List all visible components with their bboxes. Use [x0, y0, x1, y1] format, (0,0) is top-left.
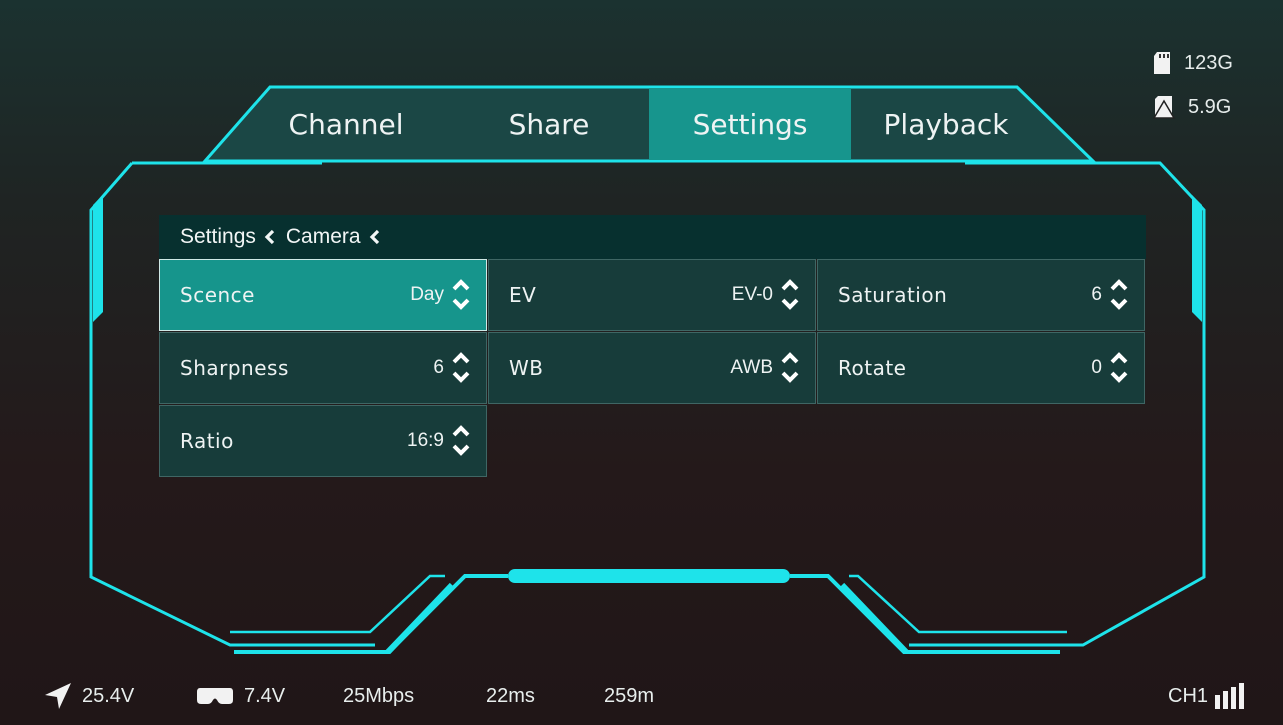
sd-card-record-icon: [1152, 96, 1176, 119]
sd-card-icon: [1154, 52, 1170, 74]
setting-saturation[interactable]: Saturation 6: [817, 259, 1145, 331]
setting-value: EV-0: [731, 284, 773, 305]
tab-label: Channel: [288, 107, 404, 141]
channel-indicator: CH1: [1168, 681, 1258, 711]
setting-rotate[interactable]: Rotate 0: [817, 332, 1145, 404]
sd-card-capacity: 123G: [1184, 51, 1233, 74]
setting-label: WB: [509, 356, 544, 380]
tab-label: Playback: [883, 107, 1009, 141]
setting-value: AWB: [730, 357, 773, 378]
latency-value: 22ms: [486, 684, 535, 707]
signal-bars-icon: [1215, 683, 1245, 709]
chevron-left-icon: [369, 229, 381, 245]
setting-label: Sharpness: [180, 356, 289, 380]
bitrate-value: 25Mbps: [343, 684, 415, 707]
setting-value: Day: [410, 284, 444, 305]
distance-value: 259m: [604, 684, 655, 707]
setting-ratio[interactable]: Ratio 16:9: [159, 405, 487, 477]
chevron-up-down-icon[interactable]: [450, 424, 472, 458]
setting-label: Saturation: [838, 283, 948, 307]
setting-value: 6: [1091, 284, 1102, 305]
setting-label: Scence: [180, 283, 255, 307]
tab-label: Settings: [692, 107, 808, 141]
goggles-icon: [197, 688, 233, 704]
setting-label: Ratio: [180, 429, 234, 453]
drone-voltage: 25.4V: [44, 681, 134, 711]
setting-label: EV: [509, 283, 537, 307]
setting-value: 6: [433, 357, 444, 378]
recording-capacity: 5.9G: [1188, 95, 1232, 118]
tab-label: Share: [508, 107, 590, 141]
latency: 22ms: [486, 681, 535, 711]
tab-settings[interactable]: Settings: [649, 88, 851, 160]
chevron-left-icon: [264, 229, 276, 245]
camera-settings-panel: Settings Camera Scence Day EV EV-0 Satur…: [159, 215, 1146, 481]
breadcrumb-camera[interactable]: Camera: [286, 225, 361, 249]
setting-wb[interactable]: WB AWB: [488, 332, 816, 404]
setting-value: 0: [1091, 357, 1102, 378]
chevron-up-down-icon[interactable]: [779, 351, 801, 385]
chevron-up-down-icon[interactable]: [779, 278, 801, 312]
breadcrumb: Settings Camera: [159, 215, 1146, 259]
chevron-up-down-icon[interactable]: [1108, 278, 1130, 312]
sd-card-storage: 123G: [1152, 51, 1233, 75]
chevron-up-down-icon[interactable]: [450, 278, 472, 312]
drone-voltage-value: 25.4V: [82, 684, 135, 707]
bitrate: 25Mbps: [343, 681, 414, 711]
distance: 259m: [604, 681, 654, 711]
recording-storage: 5.9G: [1152, 95, 1231, 119]
goggles-voltage-value: 7.4V: [244, 684, 286, 707]
chevron-up-down-icon[interactable]: [450, 351, 472, 385]
tab-playback[interactable]: Playback: [851, 88, 1041, 160]
tab-share[interactable]: Share: [449, 88, 649, 160]
channel-value: CH1: [1168, 684, 1209, 707]
breadcrumb-settings[interactable]: Settings: [180, 225, 256, 249]
chevron-up-down-icon[interactable]: [1108, 351, 1130, 385]
setting-label: Rotate: [838, 356, 907, 380]
setting-ev[interactable]: EV EV-0: [488, 259, 816, 331]
setting-sharpness[interactable]: Sharpness 6: [159, 332, 487, 404]
goggles-voltage: 7.4V: [196, 681, 285, 711]
setting-value: 16:9: [407, 430, 444, 451]
navigation-arrow-icon: [45, 683, 71, 709]
setting-scence[interactable]: Scence Day: [159, 259, 487, 331]
tab-channel[interactable]: Channel: [243, 88, 449, 160]
